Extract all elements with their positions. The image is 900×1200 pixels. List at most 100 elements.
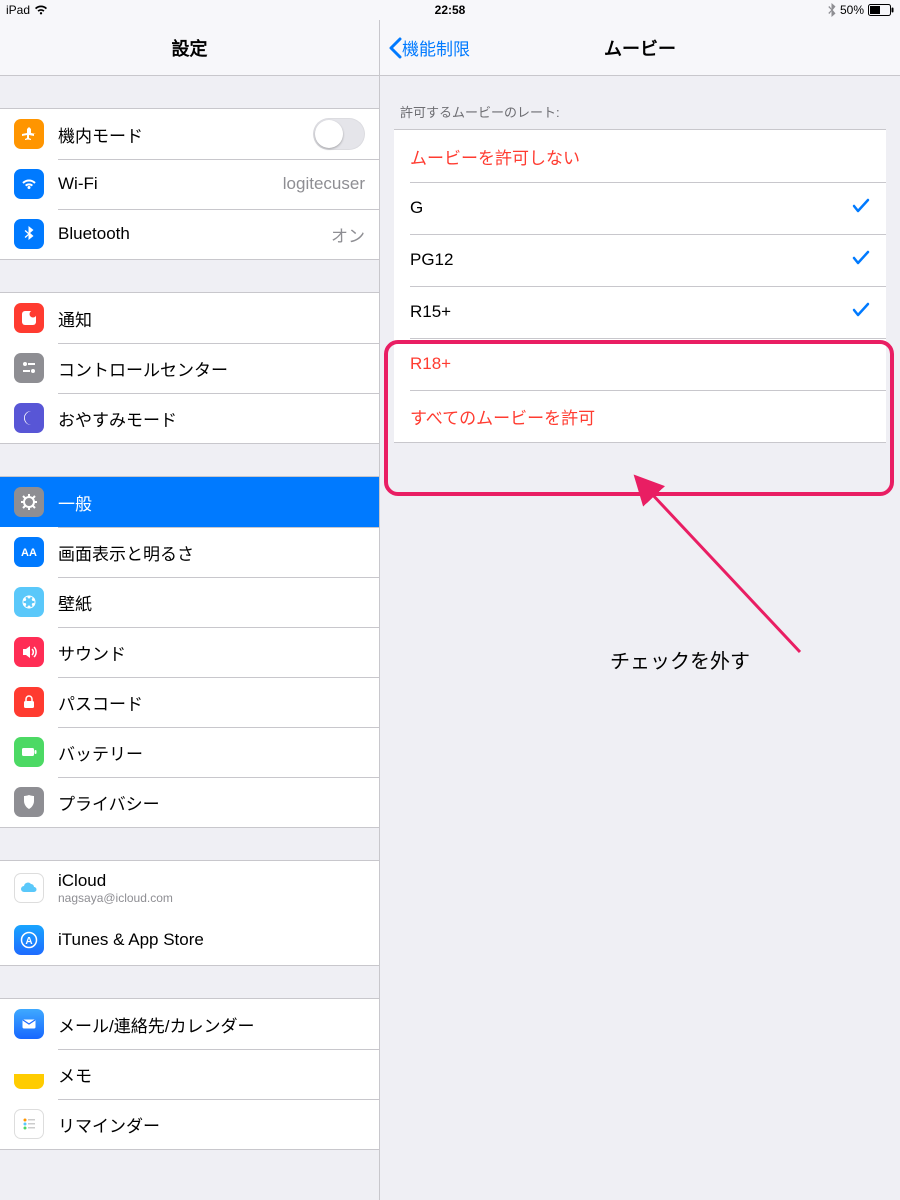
checkmark-icon [852,302,870,323]
sidebar-item-bluetooth[interactable]: Bluetooth オン [0,209,379,259]
sidebar-item-general[interactable]: 一般 [0,477,379,527]
detail-title: ムービー [604,35,676,61]
sidebar-item-notes[interactable]: メモ [0,1049,379,1099]
sidebar-header: 設定 [0,20,379,76]
sounds-label: サウンド [58,640,365,665]
wifi-icon [34,5,48,15]
back-button[interactable]: 機能制限 [388,20,470,75]
rating-label: G [410,198,852,218]
sidebar-item-controlcenter[interactable]: コントロールセンター [0,343,379,393]
detail-pane: 機能制限 ムービー 許可するムービーのレート: ムービーを許可しない G PG12 R… [380,20,900,1200]
back-label: 機能制限 [402,35,470,60]
sidebar-item-notifications[interactable]: 通知 [0,293,379,343]
passcode-icon [14,687,44,717]
notifications-label: 通知 [58,306,365,331]
mail-label: メール/連絡先/カレンダー [58,1012,365,1037]
sidebar-item-dnd[interactable]: おやすみモード [0,393,379,443]
dnd-icon [14,403,44,433]
sidebar-group-device: 一般 AA 画面表示と明るさ 壁紙 サウンド [0,476,379,828]
general-label: 一般 [58,490,365,515]
svg-text:A: A [25,936,32,947]
clock: 22:58 [435,0,466,20]
rating-row-1[interactable]: G [394,182,886,234]
airplane-switch[interactable] [313,118,365,150]
appstore-icon: A [14,925,44,955]
display-icon: AA [14,537,44,567]
wallpaper-icon [14,587,44,617]
reminders-label: リマインダー [58,1112,365,1137]
sidebar-item-mail[interactable]: メール/連絡先/カレンダー [0,999,379,1049]
sidebar-item-itunes[interactable]: A iTunes & App Store [0,915,379,965]
battery-label: バッテリー [58,740,365,765]
rating-label: PG12 [410,250,852,270]
sidebar-item-battery[interactable]: バッテリー [0,727,379,777]
rating-row-3[interactable]: R15+ [394,286,886,338]
reminders-icon [14,1109,44,1139]
display-label: 画面表示と明るさ [58,540,365,565]
sidebar-item-icloud[interactable]: iCloud nagsaya@icloud.com [0,861,379,915]
controlcenter-label: コントロールセンター [58,356,365,381]
bluetooth-value: オン [331,222,365,247]
controlcenter-icon [14,353,44,383]
battery-icon [868,4,894,16]
sidebar-item-privacy[interactable]: プライバシー [0,777,379,827]
detail-header: 機能制限 ムービー [380,20,900,76]
sidebar-title: 設定 [172,35,208,61]
bluetooth-label: Bluetooth [58,224,331,244]
general-icon [14,487,44,517]
sidebar-item-wallpaper[interactable]: 壁紙 [0,577,379,627]
wifi-label: Wi-Fi [58,174,283,194]
sidebar-group-account: iCloud nagsaya@icloud.com A iTunes & App… [0,860,379,966]
icloud-label: iCloud [58,871,379,891]
airplane-label: 機内モード [58,122,313,147]
wallpaper-label: 壁紙 [58,590,365,615]
battery-settings-icon [14,737,44,767]
sidebar-item-reminders[interactable]: リマインダー [0,1099,379,1149]
rating-label: すべてのムービーを許可 [410,404,870,429]
notifications-icon [14,303,44,333]
sidebar-item-passcode[interactable]: パスコード [0,677,379,727]
notes-label: メモ [58,1062,365,1087]
sidebar-group-network: 機内モード Wi-Fi logitecuser Bluetooth オン [0,108,379,260]
device-name: iPad [6,0,30,20]
chevron-left-icon [388,37,402,59]
airplane-icon [14,119,44,149]
rating-row-4[interactable]: R18+ [394,338,886,390]
notes-icon [14,1059,44,1089]
bluetooth-icon [828,3,836,17]
annotation-arrow [630,472,830,662]
sidebar-group-apps: メール/連絡先/カレンダー メモ リマインダー [0,998,379,1150]
rating-label: R15+ [410,302,852,322]
rating-row-5[interactable]: すべてのムービーを許可 [394,390,886,442]
wifi-settings-icon [14,169,44,199]
annotation-text: チェックを外す [610,645,750,674]
icloud-icon [14,873,44,903]
bluetooth-settings-icon [14,219,44,249]
rating-row-0[interactable]: ムービーを許可しない [394,130,886,182]
checkmark-icon [852,250,870,271]
dnd-label: おやすみモード [58,406,365,431]
passcode-label: パスコード [58,690,365,715]
privacy-label: プライバシー [58,790,365,815]
sidebar-item-wifi[interactable]: Wi-Fi logitecuser [0,159,379,209]
ratings-list: ムービーを許可しない G PG12 R15+ R18+ すべてのムービーを許可 [394,129,886,443]
rating-label: R18+ [410,354,870,374]
sidebar-item-sounds[interactable]: サウンド [0,627,379,677]
itunes-label: iTunes & App Store [58,930,365,950]
status-bar: iPad 22:58 50% [0,0,900,20]
rating-row-2[interactable]: PG12 [394,234,886,286]
wifi-value: logitecuser [283,174,365,194]
checkmark-icon [852,198,870,219]
icloud-account: nagsaya@icloud.com [58,891,379,905]
sidebar-item-airplane[interactable]: 機内モード [0,109,379,159]
sidebar-group-alerts: 通知 コントロールセンター おやすみモード [0,292,379,444]
settings-sidebar: 設定 機内モード Wi-Fi logitecuser [0,20,380,1200]
battery-percent: 50% [840,0,864,20]
mail-icon [14,1009,44,1039]
rating-label: ムービーを許可しない [410,144,870,169]
sidebar-item-display[interactable]: AA 画面表示と明るさ [0,527,379,577]
privacy-icon [14,787,44,817]
section-header: 許可するムービーのレート: [380,76,900,129]
svg-text:AA: AA [21,547,37,559]
sounds-icon [14,637,44,667]
